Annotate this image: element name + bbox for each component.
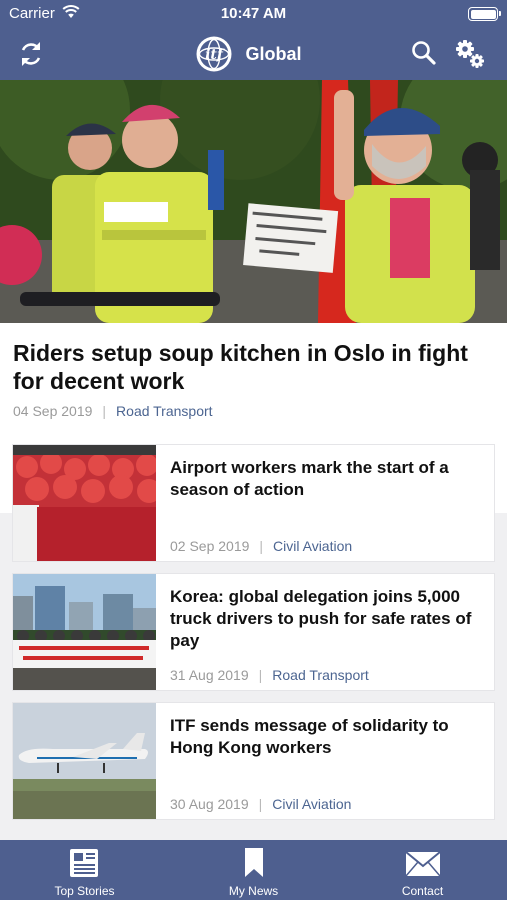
article-thumbnail — [13, 574, 156, 690]
tab-label: Top Stories — [54, 884, 115, 898]
battery-icon — [468, 7, 501, 21]
article-date: 30 Aug 2019 — [170, 796, 249, 812]
nav-title: Global — [245, 43, 302, 64]
article-date: 02 Sep 2019 — [170, 538, 250, 554]
app-screen: Carrier 10:47 AM itf Global Riders setup… — [0, 0, 507, 900]
article-card[interactable]: ITF sends message of solidarity to Hong … — [12, 702, 495, 820]
news-feed[interactable]: Riders setup soup kitchen in Oslo in fig… — [0, 80, 507, 840]
meta-separator: | — [259, 538, 264, 554]
hero-article-title[interactable]: Riders setup soup kitchen in Oslo in fig… — [13, 339, 493, 395]
article-meta: 02 Sep 2019 | Civil Aviation — [170, 538, 352, 554]
svg-text:itf: itf — [206, 47, 227, 63]
meta-separator: | — [258, 667, 263, 683]
article-category: Road Transport — [272, 667, 369, 683]
article-title[interactable]: Airport workers mark the start of a seas… — [170, 457, 488, 501]
envelope-icon — [404, 851, 441, 877]
tab-label: My News — [228, 884, 279, 898]
tab-contact[interactable]: Contact — [338, 840, 507, 900]
article-meta: 31 Aug 2019 | Road Transport — [170, 667, 369, 683]
settings-icon[interactable] — [453, 37, 487, 71]
tab-bar: Top Stories My News Contact — [0, 840, 507, 900]
search-icon[interactable] — [409, 38, 439, 68]
article-category: Civil Aviation — [273, 538, 353, 554]
article-title[interactable]: ITF sends message of solidarity to Hong … — [170, 715, 488, 759]
article-category: Road Transport — [116, 403, 213, 419]
article-thumbnail — [13, 445, 156, 561]
article-card[interactable]: Korea: global delegation joins 5,000 tru… — [12, 573, 495, 691]
bookmark-icon — [244, 848, 263, 877]
tab-top-stories[interactable]: Top Stories — [0, 840, 169, 900]
meta-separator: | — [102, 403, 107, 419]
hero-article-meta: 04 Sep 2019 | Road Transport — [13, 403, 213, 419]
article-date: 04 Sep 2019 — [13, 403, 93, 419]
article-date: 31 Aug 2019 — [170, 667, 249, 683]
article-meta: 30 Aug 2019 | Civil Aviation — [170, 796, 351, 812]
article-thumbnail — [13, 703, 156, 819]
tab-my-news[interactable]: My News — [169, 840, 338, 900]
newspaper-icon — [69, 849, 98, 877]
meta-separator: | — [258, 796, 263, 812]
article-category: Civil Aviation — [272, 796, 352, 812]
clock: 10:47 AM — [220, 5, 287, 22]
navigation-bar: itf Global — [0, 28, 507, 80]
hero-image[interactable] — [0, 80, 507, 323]
status-bar: Carrier 10:47 AM — [0, 0, 507, 28]
tab-label: Contact — [401, 884, 444, 898]
article-title[interactable]: Korea: global delegation joins 5,000 tru… — [170, 586, 488, 652]
article-card[interactable]: Airport workers mark the start of a seas… — [12, 444, 495, 562]
itf-logo: itf — [196, 36, 232, 72]
